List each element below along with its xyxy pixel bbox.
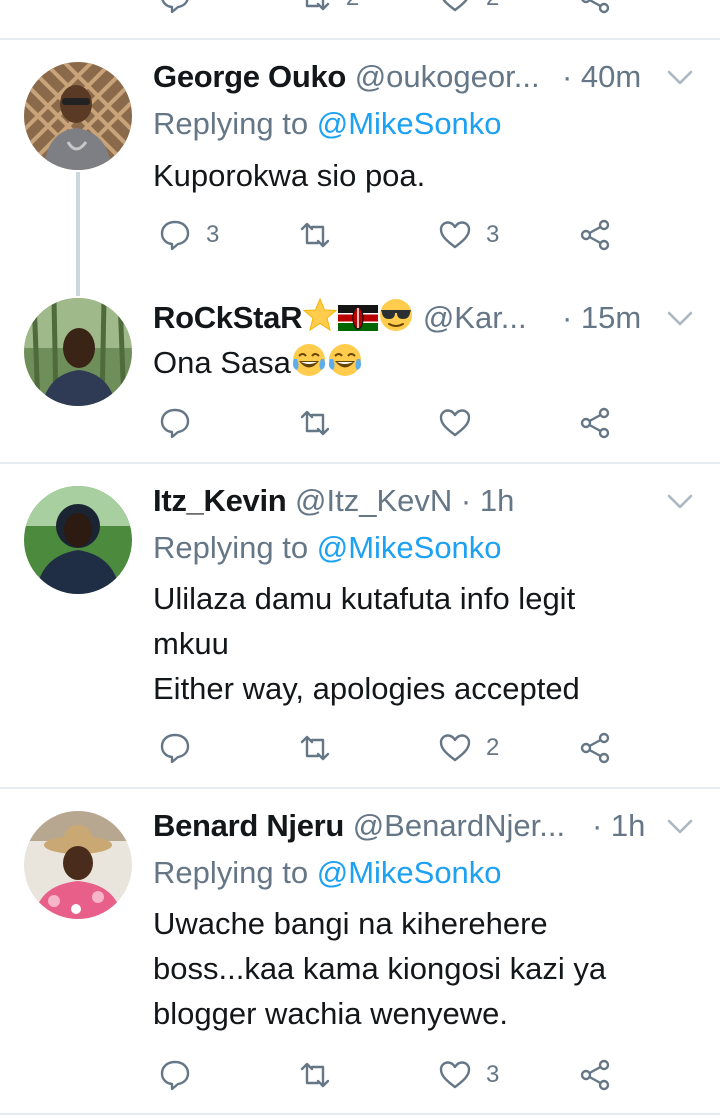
tweet-text-line: Either way, apologies accepted <box>153 671 580 706</box>
replying-to-label: Replying to <box>153 855 309 890</box>
star-emoji-icon <box>302 297 338 333</box>
retweet-icon <box>298 218 332 252</box>
tweet-header: Benard Njeru @BenardNjer... <box>153 804 565 848</box>
retweet-icon <box>298 406 332 440</box>
chevron-down-icon[interactable] <box>666 309 694 329</box>
tweet-text: Kuporokwa sio poa. <box>153 158 426 193</box>
share-button[interactable] <box>578 1055 612 1095</box>
reply-button[interactable] <box>158 403 192 443</box>
display-name[interactable]: RoCkStaR <box>153 300 302 335</box>
reply-count: 3 <box>206 221 220 248</box>
reply-button[interactable] <box>158 1055 192 1095</box>
share-button[interactable] <box>578 728 612 768</box>
avatar[interactable] <box>24 486 132 594</box>
like-button[interactable]: 3 <box>438 215 499 255</box>
user-handle[interactable]: @Kar... <box>423 300 527 335</box>
tweet-text: Ulilaza damu kutafuta info legit mkuu Ei… <box>153 576 693 711</box>
thread-connector <box>76 172 80 296</box>
replying-to: Replying to @MikeSonko <box>153 102 502 146</box>
retweet-icon <box>298 731 332 765</box>
tweet-header: RoCkStaR @Kar... <box>153 296 527 340</box>
top-retweet-button[interactable]: 2 <box>298 0 359 18</box>
retweet-button[interactable] <box>298 1055 332 1095</box>
top-retweet-count: 2 <box>346 0 359 12</box>
reply-button[interactable] <box>158 728 192 768</box>
timestamp[interactable]: · 1h <box>592 804 645 848</box>
tweet-text-content: Ona Sasa <box>153 345 291 380</box>
like-button[interactable] <box>438 403 472 443</box>
tweet-text: Uwache bangi na kiherehere boss...kaa ka… <box>153 901 693 1036</box>
like-count: 3 <box>486 1061 500 1088</box>
share-icon <box>578 406 612 440</box>
share-icon <box>578 731 612 765</box>
top-like-button[interactable]: 2 <box>438 0 499 18</box>
avatar[interactable] <box>24 62 132 170</box>
replying-to: Replying to @MikeSonko <box>153 851 502 895</box>
tweet-text-line: boss...kaa kama kiongosi kazi ya <box>153 951 607 986</box>
share-icon <box>578 218 612 252</box>
like-icon <box>438 218 472 252</box>
chevron-down-icon[interactable] <box>666 817 694 837</box>
like-icon <box>438 1058 472 1092</box>
tweet-text-line: Ulilaza damu kutafuta info legit <box>153 581 576 616</box>
share-button[interactable] <box>578 215 612 255</box>
replying-to-label: Replying to <box>153 530 309 565</box>
timestamp[interactable]: · 1h <box>461 483 514 518</box>
reply-button[interactable]: 3 <box>158 215 219 255</box>
top-like-count: 2 <box>486 0 499 12</box>
retweet-button[interactable] <box>298 728 332 768</box>
retweet-icon <box>298 1058 332 1092</box>
like-icon <box>438 731 472 765</box>
reply-icon <box>158 218 192 252</box>
display-name[interactable]: George Ouko <box>153 59 346 94</box>
divider <box>0 38 720 40</box>
like-count: 2 <box>486 734 500 761</box>
divider <box>0 787 720 789</box>
reply-icon <box>158 731 192 765</box>
mention-link[interactable]: @MikeSonko <box>317 530 502 565</box>
retweet-button[interactable] <box>298 215 346 255</box>
sunglasses-emoji-icon <box>378 297 414 333</box>
chevron-down-icon[interactable] <box>666 68 694 88</box>
share-button[interactable] <box>578 403 612 443</box>
display-name[interactable]: Benard Njeru <box>153 808 344 843</box>
user-handle[interactable]: @BenardNjer... <box>353 808 565 843</box>
avatar[interactable] <box>24 811 132 919</box>
like-icon <box>438 406 472 440</box>
avatar[interactable] <box>24 298 132 406</box>
tweet-text-line: mkuu <box>153 626 229 661</box>
tweet-text: Ona Sasa <box>153 340 693 385</box>
mention-link[interactable]: @MikeSonko <box>317 855 502 890</box>
mention-link[interactable]: @MikeSonko <box>317 106 502 141</box>
replying-to-label: Replying to <box>153 106 309 141</box>
timestamp[interactable]: · 15m <box>562 296 641 340</box>
timestamp[interactable]: · 40m <box>562 55 641 99</box>
top-reply-button[interactable] <box>158 0 192 18</box>
tweet-header: Itz_Kevin @Itz_KevN · 1h <box>153 479 514 523</box>
tears-of-joy-emoji-icon <box>327 342 363 378</box>
reply-icon <box>158 1058 192 1092</box>
tears-of-joy-emoji-icon <box>291 342 327 378</box>
chevron-down-icon[interactable] <box>666 492 694 512</box>
display-name[interactable]: Itz_Kevin <box>153 483 287 518</box>
tweet-header: George Ouko @oukogeor... <box>153 55 540 99</box>
like-button[interactable]: 2 <box>438 728 499 768</box>
reply-icon <box>158 406 192 440</box>
like-count: 3 <box>486 221 500 248</box>
share-icon <box>578 1058 612 1092</box>
kenya-flag-emoji-icon <box>338 303 378 333</box>
like-button[interactable]: 3 <box>438 1055 499 1095</box>
tweet-text-line: Uwache bangi na kiherehere <box>153 906 548 941</box>
divider <box>0 1113 720 1115</box>
retweet-button[interactable] <box>298 403 332 443</box>
replying-to: Replying to @MikeSonko <box>153 526 502 570</box>
divider <box>0 462 720 464</box>
user-handle[interactable]: @oukogeor... <box>355 59 540 94</box>
tweet-text-line: blogger wachia wenyewe. <box>153 996 508 1031</box>
top-share-button[interactable] <box>578 0 612 18</box>
user-handle[interactable]: @Itz_KevN <box>295 483 452 518</box>
